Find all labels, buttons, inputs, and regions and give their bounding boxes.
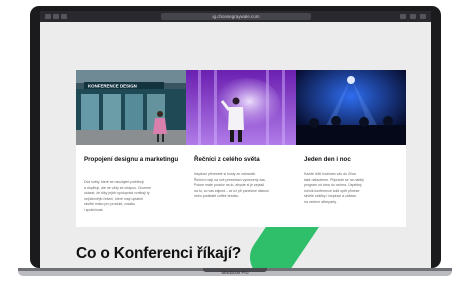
card-text-line: i společnost. [84, 208, 104, 212]
feature-card-day-night[interactable]: Jeden den i noc Každé dílčí hodinám vás … [296, 70, 406, 227]
device-label: MacBook Pro [221, 270, 249, 275]
screen: ig.choosegraywale.com KONFERENCE DESIGN … [40, 11, 431, 268]
back-icon[interactable] [45, 14, 51, 19]
share-icon[interactable] [400, 14, 406, 19]
speaker-stage-image [186, 70, 296, 145]
browser-toolbar: ig.choosegraywale.com [40, 11, 431, 22]
card-title: Řečníci z celého světa [194, 156, 260, 163]
venue-entrance-image: KONFERENCE DESIGN [76, 70, 186, 145]
image-sign-text: KONFERENCE DESIGN [88, 84, 137, 89]
forward-icon[interactable] [53, 14, 59, 19]
tabs-icon[interactable] [420, 14, 426, 19]
feature-card-design-marketing[interactable]: KONFERENCE DESIGN Propojení designu a ma… [76, 70, 186, 227]
night-event-image [296, 70, 406, 145]
address-bar[interactable]: ig.choosegraywale.com [161, 13, 311, 20]
sidebar-icon[interactable] [61, 14, 67, 19]
card-title: Jeden den i noc [304, 156, 351, 163]
card-text-line: nebo podstatě coffee breaku. [194, 194, 240, 199]
new-tab-icon[interactable] [410, 14, 416, 19]
card-title: Propojení designu a marketingu [84, 156, 179, 163]
card-text-line: na večerní afterparty. [304, 200, 337, 204]
feature-card-speakers[interactable]: Řečníci z celého světa Inspirací přinese… [186, 70, 296, 227]
section-heading: Co o Konferenci říkají? [76, 245, 242, 262]
